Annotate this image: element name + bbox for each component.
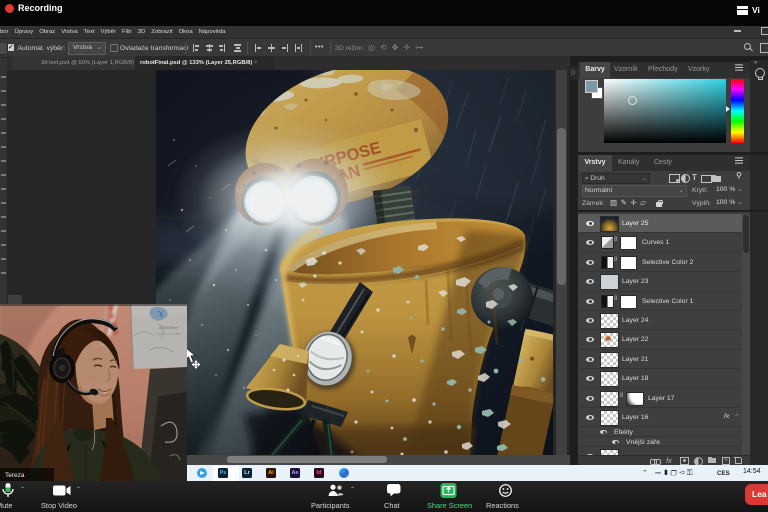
svg-text:Tereza: Tereza [5,472,25,479]
